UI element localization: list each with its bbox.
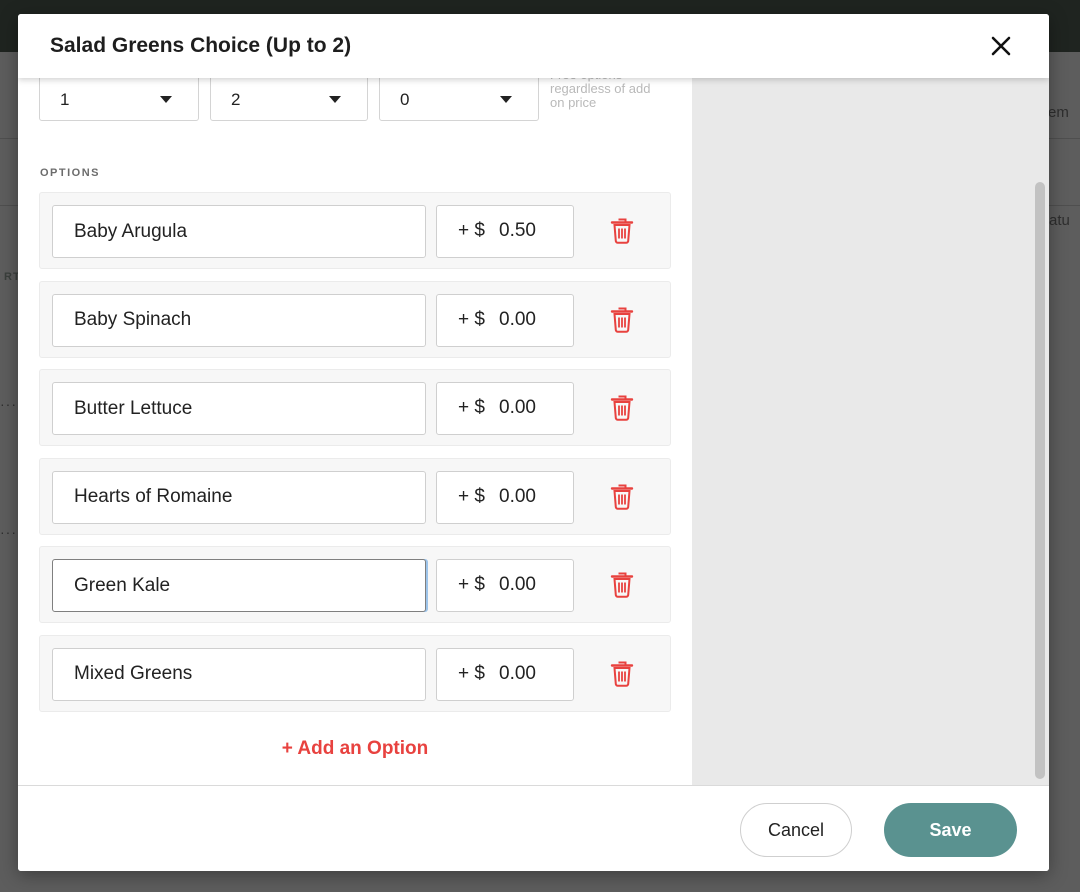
close-icon bbox=[991, 36, 1011, 56]
chevron-down-icon bbox=[329, 96, 341, 103]
delete-option-button[interactable] bbox=[610, 305, 634, 333]
price-value: 0.00 bbox=[499, 397, 536, 418]
option-price-input[interactable]: + $ 0.00 bbox=[436, 382, 574, 435]
free-options-select[interactable]: 0 bbox=[379, 78, 539, 121]
option-name-input[interactable] bbox=[52, 205, 426, 258]
option-name-input[interactable] bbox=[52, 293, 426, 347]
option-name-input[interactable] bbox=[52, 647, 426, 701]
price-value: 0.00 bbox=[499, 662, 536, 684]
option-price-input[interactable]: + $ 0.50 bbox=[436, 205, 574, 258]
delete-option-button[interactable] bbox=[610, 216, 634, 244]
price-prefix: + $ bbox=[458, 397, 485, 418]
chevron-down-icon bbox=[160, 96, 172, 103]
trash-icon bbox=[610, 307, 634, 337]
option-name-input[interactable] bbox=[52, 470, 426, 524]
delete-option-button[interactable] bbox=[610, 482, 634, 510]
price-value: 0.00 bbox=[499, 574, 536, 595]
add-option-button[interactable]: + Add an Option bbox=[18, 738, 692, 760]
modal-footer: Cancel Save bbox=[18, 785, 1049, 871]
option-group-modal: Salad Greens Choice (Up to 2) 1 2 0 Free… bbox=[18, 14, 1049, 871]
option-row: + $ 0.00 bbox=[39, 546, 671, 623]
chevron-down-icon bbox=[500, 96, 512, 103]
trash-icon bbox=[610, 484, 634, 514]
price-prefix: + $ bbox=[458, 220, 485, 241]
background-text-fragment: atu bbox=[1049, 212, 1070, 229]
modal-header: Salad Greens Choice (Up to 2) bbox=[18, 14, 1049, 78]
option-price-input[interactable]: + $ 0.00 bbox=[436, 470, 574, 524]
free-options-note: Free options regardless of add on price bbox=[550, 78, 651, 110]
select-value: 1 bbox=[60, 90, 70, 109]
options-heading: OPTIONS bbox=[40, 167, 101, 179]
background-dots: ··· bbox=[0, 396, 17, 412]
scrollbar-thumb[interactable] bbox=[1035, 182, 1045, 779]
option-name-input[interactable] bbox=[52, 382, 426, 435]
trash-icon bbox=[610, 218, 634, 248]
delete-option-button[interactable] bbox=[610, 393, 634, 421]
option-price-input[interactable]: + $ 0.00 bbox=[436, 647, 574, 701]
option-row: + $ 0.50 bbox=[39, 192, 671, 269]
max-selections-select[interactable]: 2 bbox=[210, 78, 368, 121]
min-selections-select[interactable]: 1 bbox=[39, 78, 199, 121]
modal-body: 1 2 0 Free options regardless of add on … bbox=[18, 78, 692, 785]
option-price-input[interactable]: + $ 0.00 bbox=[436, 559, 574, 612]
option-price-input[interactable]: + $ 0.00 bbox=[436, 293, 574, 347]
modal-side-panel bbox=[692, 78, 1049, 785]
cancel-button[interactable]: Cancel bbox=[740, 803, 852, 857]
select-value: 0 bbox=[400, 90, 410, 109]
modal-title: Salad Greens Choice (Up to 2) bbox=[50, 34, 352, 57]
option-name-input[interactable] bbox=[52, 559, 426, 612]
background-text-fragment: em bbox=[1048, 104, 1069, 121]
price-prefix: + $ bbox=[458, 308, 485, 330]
option-row: + $ 0.00 bbox=[39, 280, 671, 358]
save-button[interactable]: Save bbox=[884, 803, 1017, 857]
price-prefix: + $ bbox=[458, 485, 485, 507]
price-value: 0.50 bbox=[499, 220, 536, 241]
price-prefix: + $ bbox=[458, 574, 485, 595]
price-value: 0.00 bbox=[499, 485, 536, 507]
price-prefix: + $ bbox=[458, 662, 485, 684]
price-value: 0.00 bbox=[499, 308, 536, 330]
trash-icon bbox=[610, 572, 634, 602]
trash-icon bbox=[610, 661, 634, 691]
close-button[interactable] bbox=[989, 34, 1013, 58]
background-dots: ··· bbox=[0, 524, 17, 540]
option-row: + $ 0.00 bbox=[39, 457, 671, 535]
trash-icon bbox=[610, 395, 634, 425]
delete-option-button[interactable] bbox=[610, 570, 634, 598]
select-value: 2 bbox=[231, 90, 241, 109]
option-row: + $ 0.00 bbox=[39, 369, 671, 446]
delete-option-button[interactable] bbox=[610, 659, 634, 687]
option-row: + $ 0.00 bbox=[39, 634, 671, 712]
